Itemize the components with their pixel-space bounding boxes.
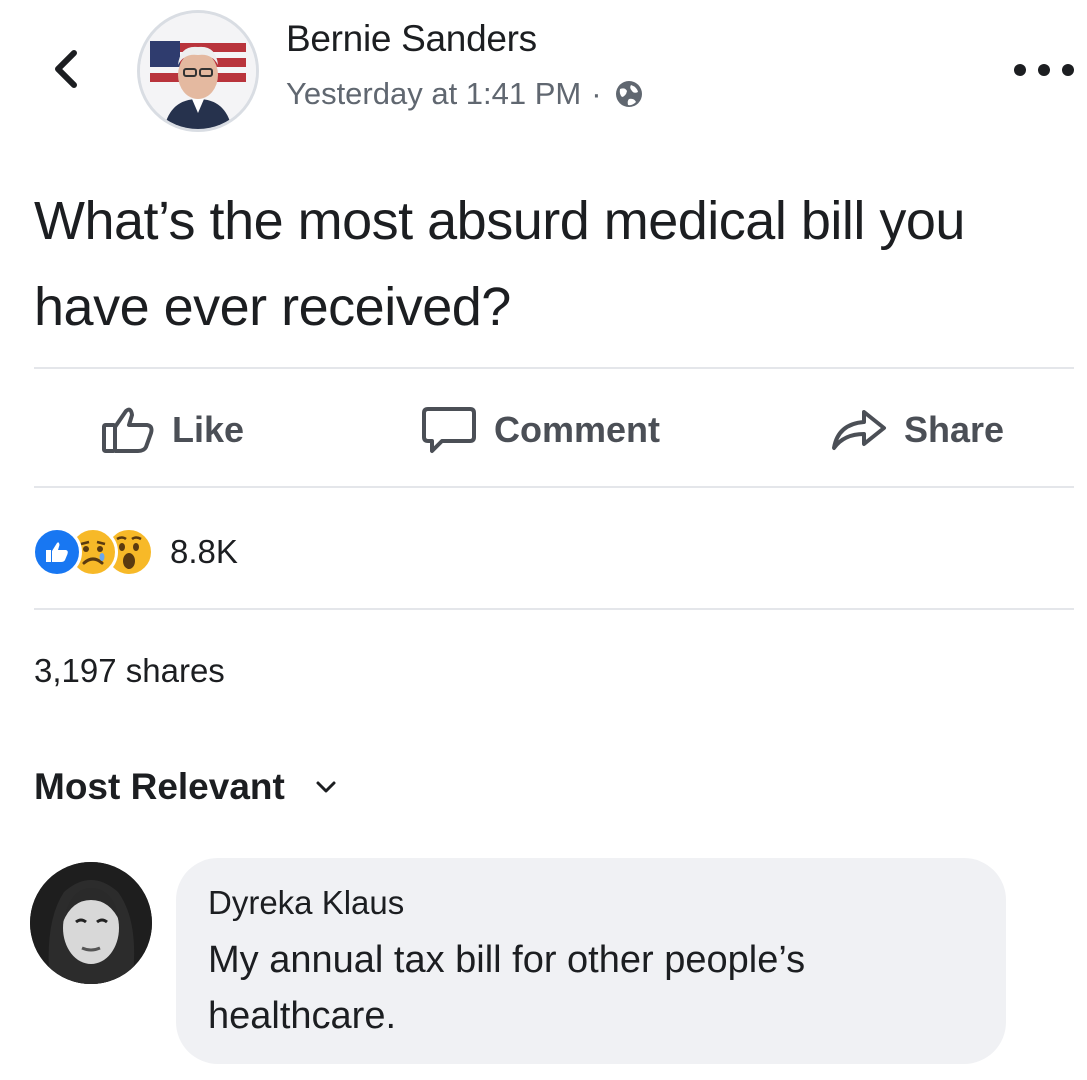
post-timestamp[interactable]: Yesterday at 1:41 PM	[286, 76, 581, 112]
share-button[interactable]: Share	[830, 400, 1004, 460]
globe-icon	[615, 81, 642, 107]
comment-text: My annual tax bill for other people’s he…	[208, 939, 806, 1037]
reaction-count: 8.8K	[170, 533, 238, 570]
commenter-name[interactable]: Dyreka Klaus	[208, 884, 1006, 922]
back-button[interactable]	[44, 44, 88, 94]
comment-button[interactable]: Comment	[420, 400, 660, 460]
more-dot-icon	[1038, 64, 1050, 76]
reactions-summary[interactable]: 8.8K	[32, 527, 238, 577]
comment-bubble-icon	[422, 407, 476, 453]
meta-separator: ·	[591, 76, 602, 111]
post-text: What’s the most absurd medical bill you …	[34, 191, 965, 337]
more-options-button[interactable]	[1014, 55, 1074, 85]
comment-bubble: Dyreka Klaus My annual tax bill for othe…	[176, 858, 1006, 1064]
commenter-avatar-image	[30, 862, 152, 984]
divider	[34, 367, 1074, 369]
share-arrow-icon	[832, 410, 886, 450]
like-button[interactable]: Like	[100, 400, 244, 460]
more-dot-icon	[1014, 64, 1026, 76]
sort-label: Most Relevant	[34, 766, 285, 807]
divider	[34, 486, 1074, 488]
comment-sort-dropdown[interactable]: Most Relevant	[34, 766, 337, 808]
author-avatar-image	[140, 13, 256, 129]
author-avatar[interactable]	[137, 10, 259, 132]
chevron-down-icon	[316, 781, 336, 793]
like-reaction-icon	[32, 527, 82, 577]
more-dot-icon	[1062, 64, 1074, 76]
commenter-avatar[interactable]	[30, 862, 152, 984]
comment-label: Comment	[494, 409, 661, 450]
thumbs-up-icon	[102, 407, 154, 453]
like-label: Like	[172, 409, 245, 450]
post-meta: Yesterday at 1:41 PM ·	[286, 76, 644, 112]
share-label: Share	[904, 409, 1005, 450]
post-author-name[interactable]: Bernie Sanders	[286, 18, 537, 60]
shares-count[interactable]: 3,197 shares	[34, 652, 225, 690]
divider	[34, 608, 1074, 610]
chevron-left-icon	[55, 50, 77, 88]
